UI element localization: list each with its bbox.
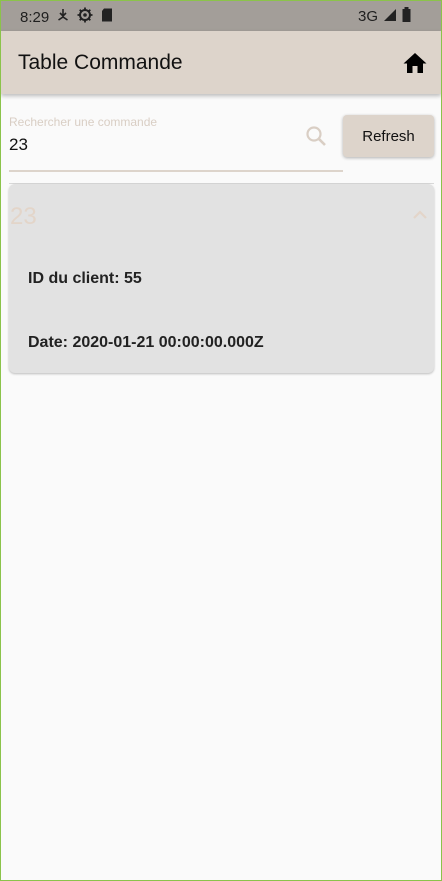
search-icon[interactable] — [305, 125, 327, 147]
client-id: ID du client: 55 — [28, 270, 142, 287]
download-icon — [57, 8, 69, 26]
order-title: 23 — [10, 203, 37, 230]
sd-card-icon — [101, 8, 113, 26]
search-field[interactable]: Rechercher une commande — [9, 113, 343, 172]
app-bar: Table Commande — [1, 31, 441, 94]
settings-icon — [77, 7, 93, 27]
status-bar: 8:29 3G — [1, 1, 441, 31]
battery-icon — [402, 7, 411, 26]
home-icon — [403, 53, 427, 73]
order-date: Date: 2020-01-21 00:00:00.000Z — [28, 334, 264, 351]
search-label: Rechercher une commande — [9, 115, 158, 129]
signal-icon — [383, 8, 397, 26]
home-button[interactable] — [402, 51, 428, 75]
status-right: 3G — [358, 7, 411, 26]
status-time: 8:29 — [20, 8, 50, 26]
app-screen: 8:29 3G Table Commande Rechercher une co… — [0, 0, 442, 881]
chevron-up-icon[interactable] — [412, 208, 428, 220]
order-card[interactable]: 23 ID du client: 55 Date: 2020-01-21 00:… — [9, 184, 434, 373]
search-input[interactable] — [9, 133, 289, 157]
status-left: 8:29 — [20, 7, 113, 27]
page-title: Table Commande — [18, 51, 183, 74]
refresh-button[interactable]: Refresh — [343, 115, 434, 157]
network-type: 3G — [357, 8, 378, 25]
